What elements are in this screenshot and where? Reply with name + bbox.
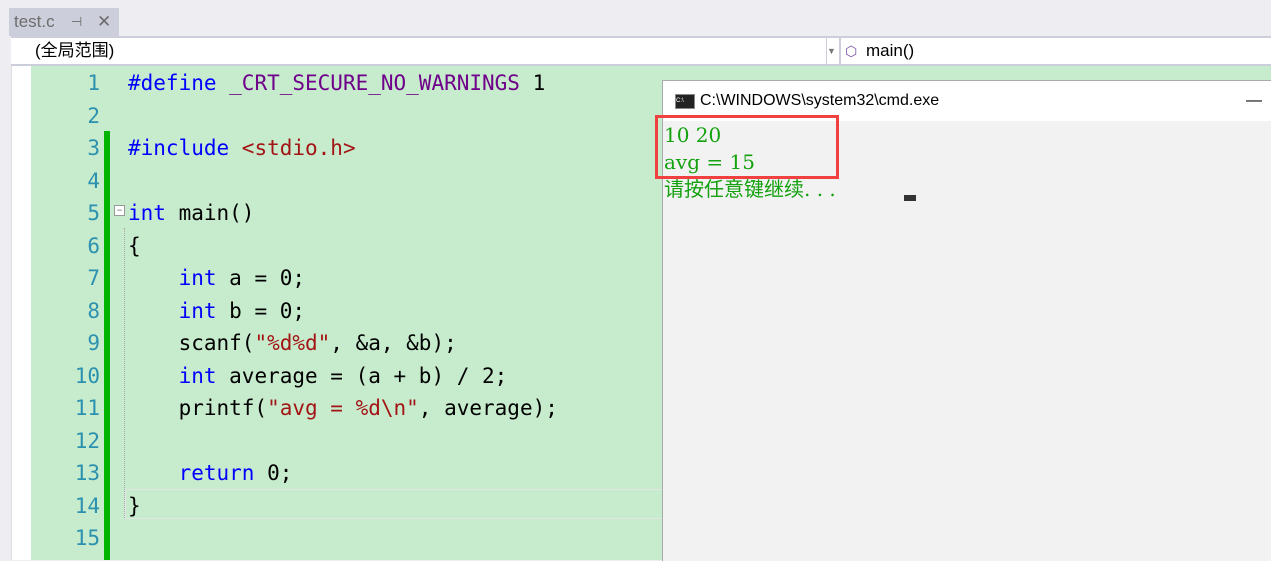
line-number: 5 [87,201,100,225]
code-line[interactable]: int b = 0; [128,295,305,327]
line-number: 15 [74,526,100,550]
keyword-token: #define [128,71,230,95]
scope-dropdown[interactable]: (全局范围) [11,38,826,64]
code-line[interactable]: int main() [128,197,254,229]
indent-guide [124,228,126,518]
keyword-token: #include [128,136,242,160]
close-icon[interactable]: ✕ [97,8,111,36]
function-label: main() [866,41,915,60]
code-token: main() [165,201,255,225]
line-number: 13 [74,461,100,485]
line-number: 9 [87,331,100,355]
chevron-down-icon[interactable]: ▼ [827,38,839,64]
cube-icon: ⬡ [845,43,858,59]
keyword-token: return [178,461,255,485]
line-number: 11 [74,396,100,420]
highlight-box [655,115,839,179]
navigation-bar: (全局范围) ▼ ⬡ main() [11,36,1271,66]
collapse-icon[interactable]: − [114,205,125,216]
code-token: { [128,233,141,258]
code-token: 1 [519,71,546,95]
line-number: 12 [74,428,100,453]
line-number: 2 [87,103,100,128]
code-line[interactable]: { [128,230,141,262]
code-line[interactable]: #define _CRT_SECURE_NO_WARNINGS 1 [128,67,545,99]
tab-title: test.c [14,12,55,31]
line-number: 1 [87,71,100,95]
line-number: 14 [74,493,100,518]
keyword-token: int [178,298,217,323]
code-line[interactable]: return 0; [128,457,293,489]
code-line[interactable]: #include <stdio.h> [128,132,356,164]
tab-test-c[interactable]: test.c ⊣ ✕ [9,8,119,36]
code-token: a = 0; [216,266,306,290]
code-line[interactable]: scanf("%d%d", &a, &b); [128,327,457,359]
string-token: "avg = %d\n" [267,396,419,420]
keyword-token: int [128,201,166,225]
console-line: 请按任意键继续. . . [664,177,836,201]
minimize-button[interactable]: — [1246,81,1262,121]
code-token: b = 0; [216,298,306,323]
code-line[interactable]: int a = 0; [128,262,305,294]
scope-label: (全局范围) [35,41,115,60]
code-token: , &a, &b); [330,331,457,355]
code-line[interactable]: printf("avg = %d\n", average); [128,392,558,424]
tab-bar: test.c ⊣ ✕ [0,0,1271,36]
current-line-highlight [125,489,665,519]
console-window[interactable]: C:\ C:\WINDOWS\system32\cmd.exe — 10 20 … [655,80,1271,561]
code-line[interactable]: int average = (a + b) / 2; [128,360,508,392]
line-number: 8 [87,298,100,323]
change-bar [104,131,110,560]
code-token: average = (a + b) / 2; [216,363,508,388]
function-dropdown[interactable]: ⬡ main() [841,38,1271,64]
cmd-icon: C:\ [675,94,695,109]
line-number: 4 [87,168,100,193]
string-token: "%d%d" [254,331,331,355]
line-number: 10 [74,363,100,388]
keyword-token: int [178,266,217,290]
macro-token: _CRT_SECURE_NO_WARNINGS [229,71,520,95]
code-token: scanf( [128,331,255,355]
line-number: 7 [87,266,100,290]
console-cursor [904,195,916,201]
line-number: 3 [87,136,100,160]
line-number: 6 [87,233,100,258]
pin-icon[interactable]: ⊣ [71,8,82,36]
left-margin [0,66,12,560]
keyword-token: int [178,363,217,388]
code-token: , average); [418,396,558,420]
code-token: 0; [254,461,293,485]
string-token: <stdio.h> [241,136,356,160]
code-token: printf( [128,396,268,420]
